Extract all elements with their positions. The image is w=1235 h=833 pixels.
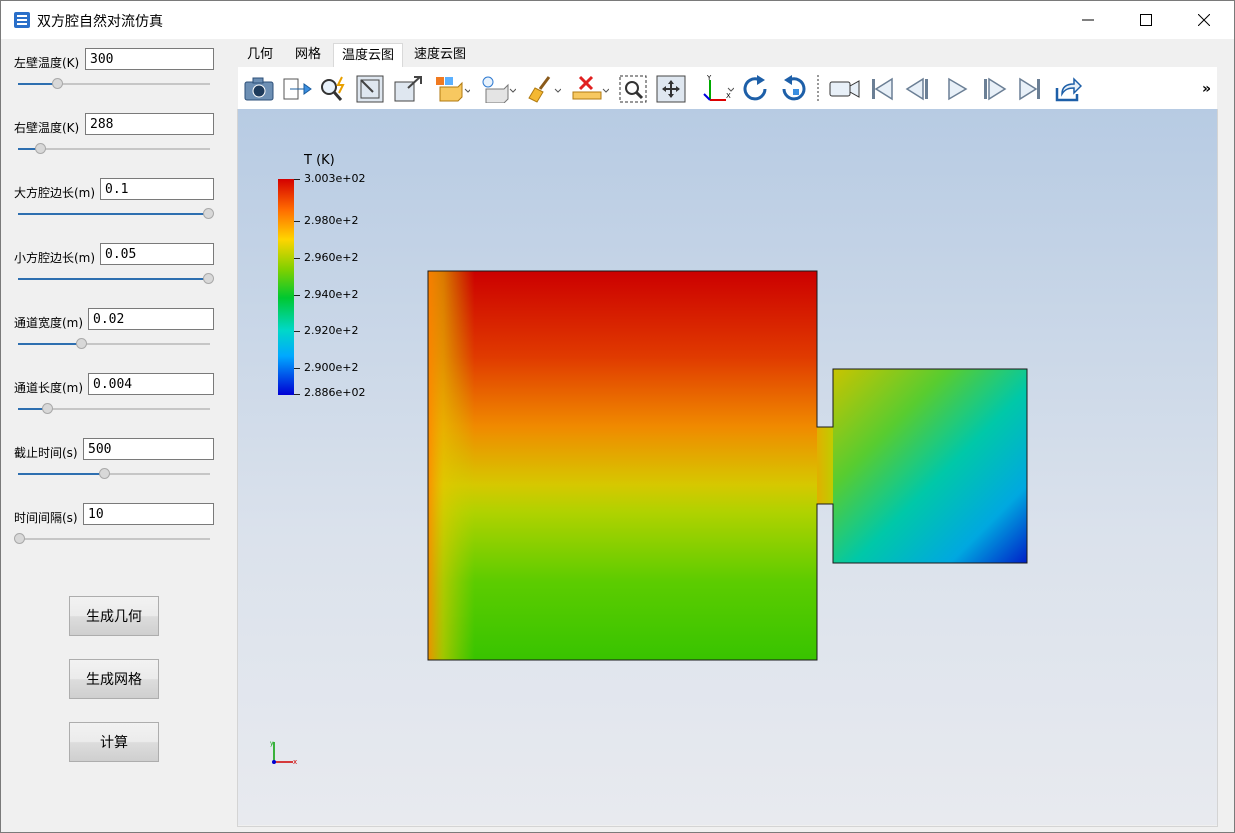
channel-width-slider[interactable] bbox=[18, 338, 210, 350]
shaded-surface-icon[interactable] bbox=[434, 73, 470, 105]
generate-geometry-button[interactable]: 生成几何 bbox=[69, 596, 159, 636]
axis-y-label: y bbox=[270, 740, 274, 747]
parameter-panel: 左壁温度(K) 右壁温度(K) 大方腔边长(m) 小方腔边长(m) 通道宽度(m… bbox=[1, 39, 227, 832]
rotate-cw-icon[interactable] bbox=[741, 73, 771, 105]
axis-x-label: x bbox=[293, 758, 297, 766]
toolbar-separator bbox=[816, 73, 820, 105]
param-label: 截止时间(s) bbox=[14, 446, 78, 460]
svg-text:X: X bbox=[726, 92, 731, 100]
title-bar: 双方腔自然对流仿真 bbox=[1, 1, 1234, 39]
legend-tick bbox=[294, 179, 300, 180]
param-small-cavity-side: 小方腔边长(m) bbox=[1, 243, 227, 303]
param-left-wall-temp: 左壁温度(K) bbox=[1, 48, 227, 108]
param-end-time: 截止时间(s) bbox=[1, 438, 227, 498]
legend-tick bbox=[294, 331, 300, 332]
axes-triad-icon: y x bbox=[270, 740, 297, 766]
rotate-ccw-icon[interactable] bbox=[778, 73, 808, 105]
channel-length-slider[interactable] bbox=[18, 403, 210, 415]
param-label: 通道宽度(m) bbox=[14, 316, 84, 330]
legend-tick bbox=[294, 258, 300, 259]
param-label: 左壁温度(K) bbox=[14, 56, 80, 70]
param-channel-width: 通道宽度(m) bbox=[1, 308, 227, 368]
fit-view-icon[interactable] bbox=[356, 73, 384, 105]
legend-tick bbox=[294, 368, 300, 369]
compute-button[interactable]: 计算 bbox=[69, 722, 159, 762]
time-step-slider[interactable] bbox=[14, 533, 210, 545]
legend-label: 2.940e+2 bbox=[304, 288, 359, 301]
tab-geometry[interactable]: 几何 bbox=[237, 43, 283, 67]
export-icon[interactable] bbox=[282, 73, 312, 105]
close-icon bbox=[1198, 14, 1210, 26]
legend-colorbar bbox=[278, 179, 294, 395]
temperature-contour-plot bbox=[427, 270, 1028, 661]
left-wall-temp-input[interactable] bbox=[85, 48, 214, 70]
legend-label-max: 3.003e+02 bbox=[304, 172, 366, 185]
last-frame-icon[interactable] bbox=[1018, 73, 1042, 105]
small-cavity-side-input[interactable] bbox=[100, 243, 214, 265]
large-cavity-side-slider[interactable] bbox=[18, 208, 214, 220]
view-toolbar: YX » bbox=[238, 67, 1217, 109]
param-right-wall-temp: 右壁温度(K) bbox=[1, 113, 227, 173]
next-frame-icon[interactable] bbox=[981, 73, 1007, 105]
legend-label: 2.920e+2 bbox=[304, 324, 359, 337]
legend-tick bbox=[294, 221, 300, 222]
param-channel-length: 通道长度(m) bbox=[1, 373, 227, 433]
generate-mesh-button[interactable]: 生成网格 bbox=[69, 659, 159, 699]
param-large-cavity-side: 大方腔边长(m) bbox=[1, 178, 227, 238]
share-icon[interactable] bbox=[1054, 73, 1082, 105]
pan-icon[interactable] bbox=[656, 73, 686, 105]
record-video-icon[interactable] bbox=[829, 73, 861, 105]
param-label: 小方腔边长(m) bbox=[14, 251, 96, 265]
clear-icon[interactable] bbox=[527, 73, 561, 105]
param-label: 时间间隔(s) bbox=[14, 511, 78, 525]
probe-icon[interactable] bbox=[318, 73, 350, 105]
end-time-input[interactable] bbox=[83, 438, 214, 460]
close-button[interactable] bbox=[1175, 1, 1233, 39]
maximize-button[interactable] bbox=[1117, 1, 1175, 39]
large-cavity-side-input[interactable] bbox=[100, 178, 214, 200]
tab-mesh[interactable]: 网格 bbox=[283, 43, 333, 67]
svg-text:Y: Y bbox=[706, 74, 712, 82]
legend-tick bbox=[294, 394, 300, 395]
legend-label-min: 2.886e+02 bbox=[304, 386, 366, 399]
light-icon[interactable] bbox=[480, 73, 516, 105]
channel-width-input[interactable] bbox=[88, 308, 214, 330]
zoom-box-icon[interactable] bbox=[619, 73, 647, 105]
app-icon bbox=[14, 12, 30, 28]
app-window: 双方腔自然对流仿真 左壁温度(K) 右壁温度(K) 大方腔边长(m) 小方腔 bbox=[0, 0, 1235, 833]
legend-tick bbox=[294, 295, 300, 296]
end-time-slider[interactable] bbox=[18, 468, 210, 480]
legend-label: 2.980e+2 bbox=[304, 214, 359, 227]
param-label: 大方腔边长(m) bbox=[14, 186, 96, 200]
tab-velocity-contour[interactable]: 速度云图 bbox=[403, 43, 477, 67]
previous-frame-icon[interactable] bbox=[905, 73, 931, 105]
window-title: 双方腔自然对流仿真 bbox=[37, 14, 163, 30]
maximize-icon bbox=[1140, 14, 1152, 26]
small-cavity bbox=[833, 369, 1027, 563]
param-label: 右壁温度(K) bbox=[14, 121, 80, 135]
right-wall-temp-slider[interactable] bbox=[18, 143, 210, 155]
small-cavity-side-slider[interactable] bbox=[18, 273, 214, 285]
minimize-button[interactable] bbox=[1059, 1, 1117, 39]
legend-title: T (K) bbox=[304, 153, 335, 168]
legend-label: 2.900e+2 bbox=[304, 361, 359, 374]
minimize-icon bbox=[1082, 19, 1094, 21]
right-wall-temp-input[interactable] bbox=[85, 113, 214, 135]
channel bbox=[817, 427, 833, 504]
camera-icon[interactable] bbox=[244, 73, 274, 105]
delete-icon[interactable] bbox=[571, 73, 609, 105]
left-wall-temp-slider[interactable] bbox=[18, 78, 210, 90]
time-step-input[interactable] bbox=[83, 503, 214, 525]
toolbar-overflow-button[interactable]: » bbox=[1202, 73, 1211, 105]
render-viewport[interactable] bbox=[238, 109, 1217, 825]
param-label: 通道长度(m) bbox=[14, 381, 84, 395]
legend-label: 2.960e+2 bbox=[304, 251, 359, 264]
axes-icon[interactable]: YX bbox=[700, 73, 734, 105]
reset-view-icon[interactable] bbox=[393, 73, 423, 105]
tab-temperature-contour[interactable]: 温度云图 bbox=[333, 43, 403, 67]
param-time-step: 时间间隔(s) bbox=[1, 503, 227, 563]
first-frame-icon[interactable] bbox=[870, 73, 894, 105]
channel-length-input[interactable] bbox=[88, 373, 214, 395]
play-icon[interactable] bbox=[946, 73, 968, 105]
